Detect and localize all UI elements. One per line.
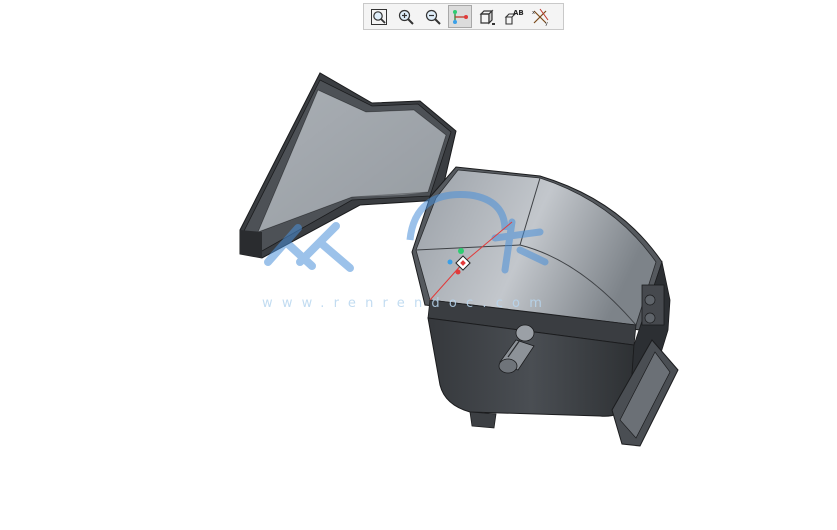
zoom-out-button[interactable]	[421, 5, 445, 28]
graphics-viewport[interactable]: www.renrendoc.com	[0, 0, 837, 526]
annotation-icon: AB	[504, 9, 524, 25]
zoom-in-button[interactable]	[394, 5, 418, 28]
axis-display-button[interactable]: x y	[529, 5, 553, 28]
svg-text:x: x	[532, 10, 535, 16]
zoom-in-icon	[398, 9, 414, 25]
annotation-display-button[interactable]: AB	[502, 5, 526, 28]
watermark-url: www.renrendoc.com	[262, 296, 552, 311]
cube-icon	[479, 9, 495, 25]
model-canvas[interactable]	[0, 0, 837, 526]
svg-text:y: y	[545, 21, 548, 26]
datum-icon	[453, 9, 468, 24]
refit-icon	[371, 8, 387, 25]
view-toolbar: AB x y	[363, 3, 564, 30]
zoom-out-icon	[425, 9, 441, 25]
axis-icon: x y	[532, 8, 549, 26]
svg-text:AB: AB	[513, 9, 524, 17]
refit-button[interactable]	[367, 5, 391, 28]
view-orientation-button[interactable]	[475, 5, 499, 28]
datum-display-button[interactable]	[448, 5, 472, 28]
